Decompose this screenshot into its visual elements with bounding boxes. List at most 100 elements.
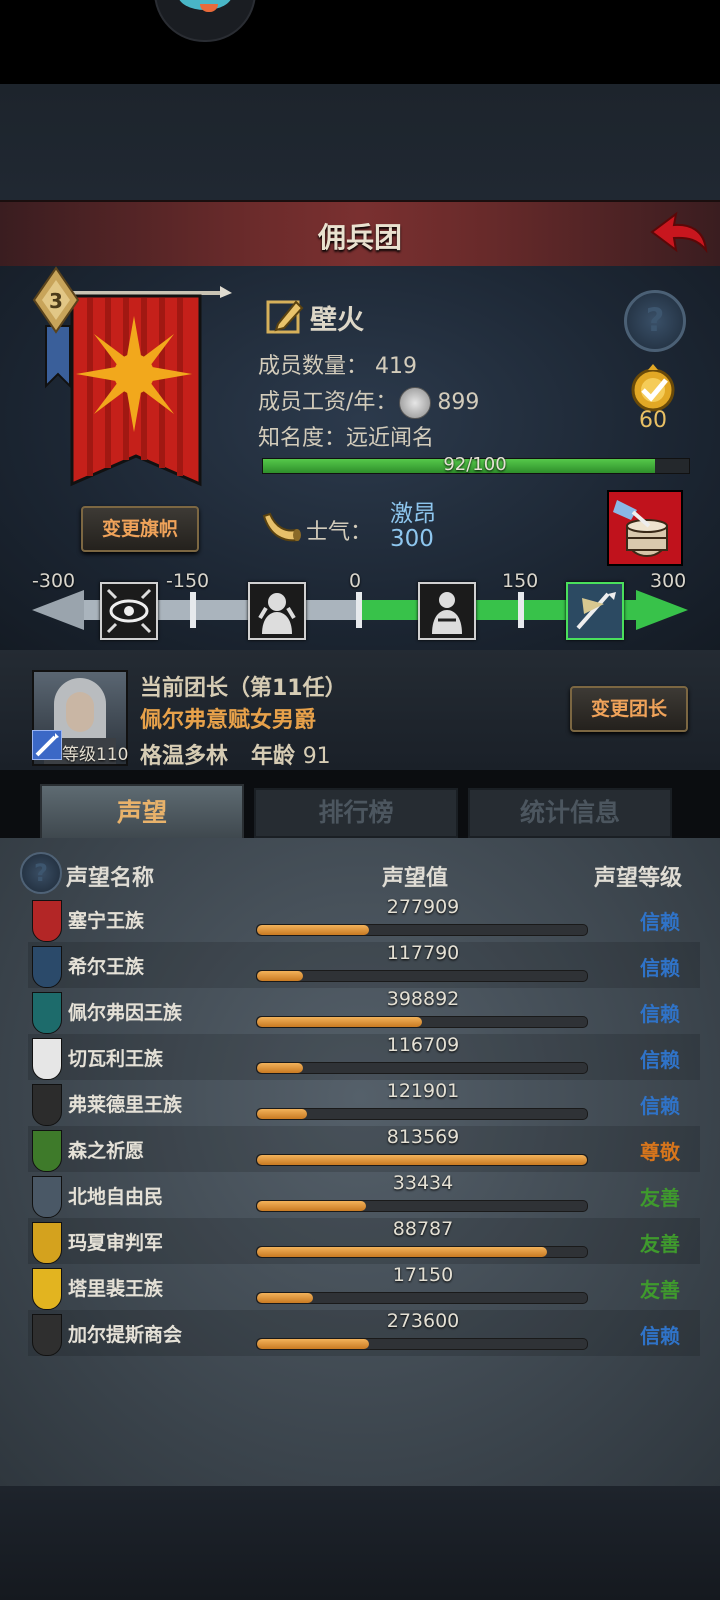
mascot-avatar-icon[interactable] bbox=[154, 0, 256, 42]
faction-level: 信赖 bbox=[640, 1094, 680, 1118]
reputation-row[interactable]: 加尔提斯商会 273600 信赖 bbox=[28, 1310, 700, 1356]
faction-emblem-icon bbox=[32, 1038, 62, 1080]
faction-emblem-icon bbox=[32, 1176, 62, 1218]
bottom-background bbox=[0, 1486, 720, 1600]
header-rep-value: 声望值 bbox=[382, 866, 449, 891]
reputation-row[interactable]: 玛夏审判军 88787 友善 bbox=[28, 1218, 700, 1264]
header-rep-name: 声望名称 bbox=[66, 866, 155, 891]
faction-progress-fill bbox=[257, 1017, 422, 1027]
reputation-row[interactable]: 森之祈愿 813569 尊敬 bbox=[28, 1126, 700, 1172]
tab-reputation[interactable]: 声望 bbox=[40, 784, 244, 840]
leader-origin: 格温多林 bbox=[140, 744, 229, 769]
faction-emblem-icon bbox=[32, 992, 62, 1034]
faction-level: 友善 bbox=[640, 1232, 680, 1256]
edit-name-icon[interactable] bbox=[266, 296, 306, 336]
faction-emblem-icon bbox=[32, 1222, 62, 1264]
tab-statistics[interactable]: 统计信息 bbox=[468, 788, 672, 838]
faction-progress-fill bbox=[257, 1247, 548, 1257]
faction-level: 信赖 bbox=[640, 1048, 680, 1072]
faction-emblem-icon bbox=[32, 1268, 62, 1310]
faction-level: 尊敬 bbox=[640, 1140, 680, 1164]
faction-progress-bar bbox=[256, 1108, 588, 1120]
salary-value: 899 bbox=[437, 390, 480, 415]
change-leader-button[interactable]: 变更团长 bbox=[570, 686, 688, 732]
faction-progress-fill bbox=[257, 971, 304, 981]
faction-progress-fill bbox=[257, 1201, 366, 1211]
faction-emblem-icon bbox=[32, 900, 62, 942]
faction-level: 信赖 bbox=[640, 910, 680, 934]
reputation-row[interactable]: 塔里裴王族 17150 友善 bbox=[28, 1264, 700, 1310]
leader-name: 佩尔弗意赋女男爵 bbox=[140, 708, 317, 733]
fame-progress-text: 92/100 bbox=[443, 454, 507, 475]
leader-info: 格温多林 年龄 91 bbox=[140, 738, 331, 770]
faction-progress-bar bbox=[256, 1016, 588, 1028]
faction-name: 弗莱德里王族 bbox=[68, 1094, 183, 1116]
faction-progress-bar bbox=[256, 1062, 588, 1074]
background-top bbox=[0, 84, 720, 200]
banner-level-text: 3 bbox=[49, 289, 63, 313]
faction-name: 加尔提斯商会 bbox=[68, 1324, 183, 1346]
faction-emblem-icon bbox=[32, 1314, 62, 1356]
change-flag-button[interactable]: 变更旗帜 bbox=[81, 506, 199, 552]
reputation-row[interactable]: 塞宁王族 277909 信赖 bbox=[28, 896, 700, 942]
mood-despair-icon[interactable] bbox=[248, 582, 306, 640]
faction-level: 友善 bbox=[640, 1186, 680, 1210]
faction-value: 117790 bbox=[386, 942, 460, 964]
leader-age-label: 年龄 bbox=[251, 744, 296, 769]
help-icon[interactable]: ? bbox=[624, 290, 686, 352]
faction-value: 33434 bbox=[392, 1172, 454, 1194]
faction-name: 玛夏审判军 bbox=[68, 1232, 164, 1254]
salary-stat: 成员工资/年： 899 bbox=[258, 384, 479, 419]
faction-level: 信赖 bbox=[640, 1002, 680, 1026]
class-sword-icon bbox=[32, 730, 62, 760]
faction-progress-bar bbox=[256, 1292, 588, 1304]
members-value: 419 bbox=[375, 354, 418, 379]
fame-value: 远近闻名 bbox=[346, 426, 435, 451]
leader-age: 91 bbox=[302, 744, 331, 769]
faction-progress-bar bbox=[256, 970, 588, 982]
morale-horn-icon bbox=[262, 512, 301, 542]
faction-progress-fill bbox=[257, 1063, 304, 1073]
faction-progress-fill bbox=[257, 1109, 307, 1119]
reputation-row[interactable]: 佩尔弗因王族 398892 信赖 bbox=[28, 988, 700, 1034]
faction-value: 116709 bbox=[386, 1034, 460, 1056]
supply-barrel-button[interactable] bbox=[607, 490, 683, 566]
faction-emblem-icon bbox=[32, 1084, 62, 1126]
faction-progress-bar bbox=[256, 1338, 588, 1350]
mood-paranoid-eye-icon[interactable] bbox=[100, 582, 158, 640]
back-arrow-icon[interactable] bbox=[648, 210, 710, 256]
faction-progress-fill bbox=[257, 1155, 587, 1165]
leader-title: 当前团长（第11任） bbox=[140, 676, 347, 701]
faction-value: 17150 bbox=[392, 1264, 454, 1286]
mood-fervent-icon[interactable] bbox=[566, 582, 624, 640]
faction-progress-bar bbox=[256, 1200, 588, 1212]
faction-level: 友善 bbox=[640, 1278, 680, 1302]
tab-leaderboard[interactable]: 排行榜 bbox=[254, 788, 458, 838]
faction-name: 塔里裴王族 bbox=[68, 1278, 164, 1300]
faction-value: 277909 bbox=[386, 896, 460, 918]
faction-name: 佩尔弗因王族 bbox=[68, 1002, 183, 1024]
reputation-help-icon[interactable]: ? bbox=[20, 852, 62, 894]
leader-level: 等级110 bbox=[62, 745, 129, 765]
faction-name: 塞宁王族 bbox=[68, 910, 145, 932]
reputation-row[interactable]: 北地自由民 33434 友善 bbox=[28, 1172, 700, 1218]
faction-progress-bar bbox=[256, 924, 588, 936]
fame-stat: 知名度：远近闻名 bbox=[258, 420, 434, 452]
faction-value: 88787 bbox=[392, 1218, 454, 1240]
mood-calm-icon[interactable] bbox=[418, 582, 476, 640]
achievement-medal-icon[interactable] bbox=[624, 364, 682, 414]
reputation-row[interactable]: 弗莱德里王族 121901 信赖 bbox=[28, 1080, 700, 1126]
fame-label: 知名度： bbox=[258, 426, 347, 451]
morale-label: 士气： bbox=[306, 520, 373, 545]
silver-coin-icon bbox=[399, 387, 432, 419]
faction-progress-bar bbox=[256, 1246, 588, 1258]
faction-value: 273600 bbox=[386, 1310, 460, 1332]
faction-level: 信赖 bbox=[640, 1324, 680, 1348]
reputation-row[interactable]: 切瓦利王族 116709 信赖 bbox=[28, 1034, 700, 1080]
faction-name: 森之祈愿 bbox=[68, 1140, 145, 1162]
guild-banner[interactable]: 3 bbox=[32, 266, 232, 506]
reputation-row[interactable]: 希尔王族 117790 信赖 bbox=[28, 942, 700, 988]
faction-value: 398892 bbox=[386, 988, 460, 1010]
salary-label: 成员工资/年： bbox=[258, 390, 398, 415]
guild-name: 壁火 bbox=[310, 305, 364, 336]
